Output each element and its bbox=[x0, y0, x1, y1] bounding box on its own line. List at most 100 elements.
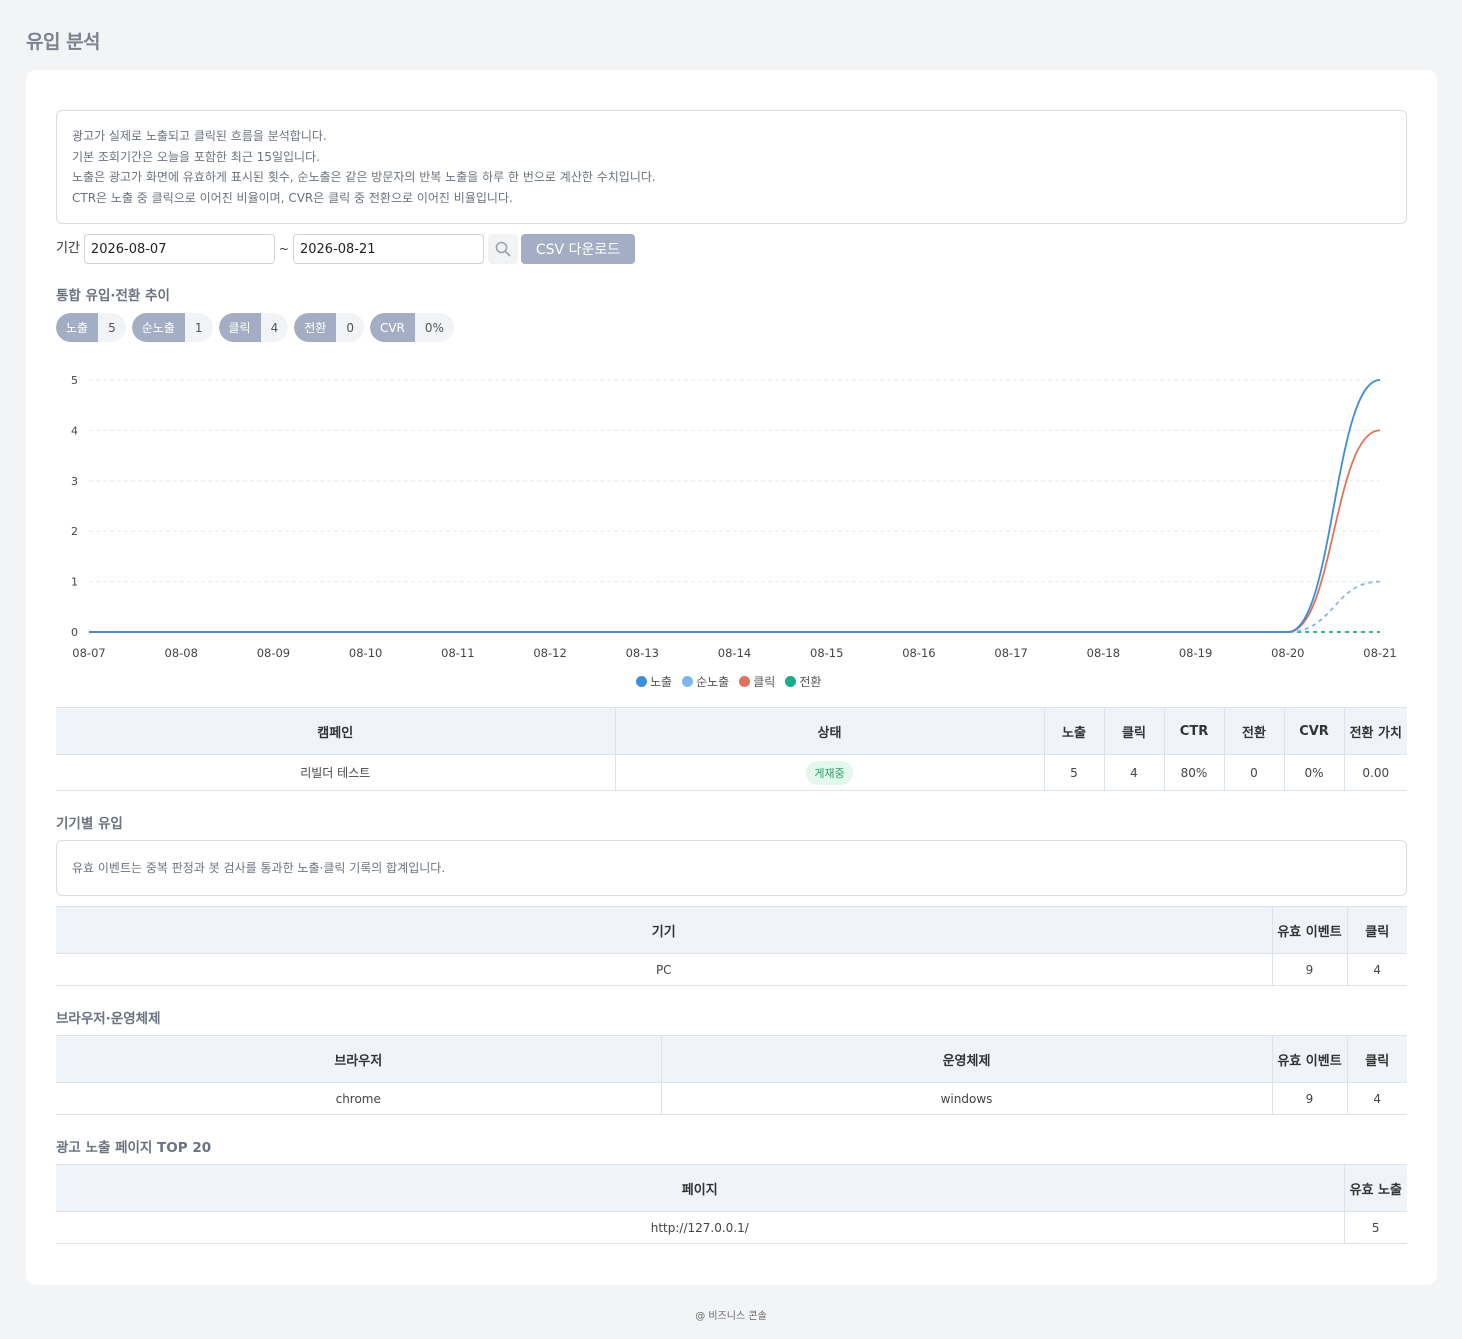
footer-text: @ 비즈니스 콘솔 bbox=[695, 1311, 767, 1322]
x-tick-label: 08-20 bbox=[1271, 646, 1304, 660]
pages-section-title: 광고 노출 페이지 TOP 20 bbox=[56, 1140, 212, 1156]
period-filter: 기간 ~ CSV 다운로드 bbox=[56, 234, 635, 264]
stat-chip-cvr: CVR 0% bbox=[369, 313, 454, 342]
col-campaign[interactable]: 캠페인 bbox=[56, 707, 615, 755]
table-header-row: 페이지 유효 노출 bbox=[56, 1164, 1407, 1212]
legend-item-clicks[interactable]: 클릭 bbox=[739, 673, 775, 690]
stat-value: 4 bbox=[270, 320, 279, 335]
col-valid-events[interactable]: 유효 이벤트 bbox=[1271, 906, 1347, 954]
y-tick-label: 5 bbox=[71, 374, 78, 387]
legend-item-conversions[interactable]: 전환 bbox=[785, 673, 821, 690]
x-tick-label: 08-11 bbox=[441, 646, 474, 660]
stat-key: 클릭 bbox=[218, 313, 261, 342]
col-clicks[interactable]: 클릭 bbox=[1346, 1035, 1407, 1083]
col-conversion-value[interactable]: 전환 가치 bbox=[1343, 707, 1407, 755]
legend-label: 클릭 bbox=[753, 675, 776, 689]
y-tick-label: 1 bbox=[71, 576, 78, 589]
legend-item-unique-impressions[interactable]: 순노출 bbox=[682, 673, 729, 690]
cell-conversion-value: 0.00 bbox=[1343, 754, 1407, 791]
table-header-row: 기기 유효 이벤트 클릭 bbox=[56, 906, 1407, 954]
cell-clicks: 4 bbox=[1346, 953, 1407, 986]
info-notice: 광고가 실제로 노출되고 클릭된 흐름을 분석합니다. 기본 조회기간은 오늘을… bbox=[56, 110, 1407, 224]
cell-clicks: 4 bbox=[1103, 754, 1164, 791]
y-tick-label: 2 bbox=[71, 525, 78, 538]
legend-label: 노출 bbox=[650, 675, 673, 689]
stat-chip-impressions: 노출 5 bbox=[56, 313, 126, 342]
end-date-input[interactable] bbox=[292, 234, 484, 264]
cell-valid-events: 9 bbox=[1271, 1082, 1347, 1115]
table-header-row: 브라우저 운영체제 유효 이벤트 클릭 bbox=[56, 1035, 1407, 1083]
table-row[interactable]: http://127.0.0.1/ 5 bbox=[56, 1211, 1407, 1244]
legend-dot bbox=[739, 676, 751, 687]
col-os[interactable]: 운영체제 bbox=[660, 1035, 1272, 1083]
table-row[interactable]: PC 9 4 bbox=[56, 953, 1407, 986]
x-tick-label: 08-10 bbox=[349, 646, 382, 660]
col-cvr[interactable]: CVR bbox=[1283, 707, 1344, 755]
x-tick-label: 08-18 bbox=[1087, 646, 1120, 660]
x-tick-label: 08-15 bbox=[810, 646, 843, 660]
table-header-row: 캠페인 상태 노출 클릭 CTR 전환 CVR 전환 가치 bbox=[56, 707, 1407, 755]
legend-dot bbox=[682, 676, 694, 687]
cell-valid-events: 9 bbox=[1271, 953, 1347, 986]
cell-campaign: 리빌더 테스트 bbox=[56, 754, 615, 791]
cell-status: 게재중 bbox=[614, 754, 1044, 791]
stat-chips: 노출 5 순노출 1 클릭 4 전환 0 CVR 0% bbox=[56, 313, 454, 342]
series-line-0 bbox=[89, 379, 1381, 633]
x-tick-label: 08-09 bbox=[257, 646, 290, 660]
search-icon bbox=[495, 241, 511, 257]
col-conversions[interactable]: 전환 bbox=[1223, 707, 1284, 755]
legend-dot bbox=[636, 676, 647, 687]
stat-value: 0% bbox=[424, 320, 444, 335]
browser-table: 브라우저 운영체제 유효 이벤트 클릭 chrome windows 9 4 bbox=[56, 1035, 1407, 1115]
col-device[interactable]: 기기 bbox=[56, 906, 1272, 954]
cell-impressions: 5 bbox=[1043, 754, 1104, 791]
cell-browser: chrome bbox=[56, 1082, 661, 1115]
legend-label: 전환 bbox=[799, 675, 822, 689]
stat-key: 순노출 bbox=[131, 313, 185, 342]
stat-key: 전환 bbox=[294, 313, 337, 342]
device-notice: 유효 이벤트는 중복 판정과 봇 검사를 통과한 노출·클릭 기록의 합계입니다… bbox=[56, 840, 1407, 896]
notice-line: 기본 조회기간은 오늘을 포함한 최근 15일입니다. bbox=[72, 149, 320, 164]
trend-title: 통합 유입·전환 추이 bbox=[56, 288, 170, 304]
x-tick-label: 08-13 bbox=[626, 646, 659, 660]
chart-legend[interactable]: 노출 순노출 클릭 전환 bbox=[636, 673, 821, 690]
col-clicks[interactable]: 클릭 bbox=[1103, 707, 1164, 755]
campaign-table: 캠페인 상태 노출 클릭 CTR 전환 CVR 전환 가치 리빌더 테스트 게재… bbox=[56, 707, 1407, 791]
period-label: 기간 bbox=[56, 240, 80, 256]
col-clicks[interactable]: 클릭 bbox=[1346, 906, 1407, 954]
series-line-1 bbox=[89, 580, 1381, 633]
page-title: 유입 분석 bbox=[26, 31, 101, 53]
x-tick-label: 08-12 bbox=[533, 646, 566, 660]
cell-conversions: 0 bbox=[1223, 754, 1284, 791]
col-valid-impressions[interactable]: 유효 노출 bbox=[1343, 1164, 1407, 1212]
cell-ctr: 80% bbox=[1163, 754, 1224, 791]
cell-device: PC bbox=[56, 953, 1272, 986]
x-tick-label: 08-19 bbox=[1179, 646, 1212, 660]
col-valid-events[interactable]: 유효 이벤트 bbox=[1271, 1035, 1347, 1083]
x-tick-label: 08-08 bbox=[165, 646, 198, 660]
cell-cvr: 0% bbox=[1283, 754, 1344, 791]
start-date-input[interactable] bbox=[83, 234, 275, 264]
col-status[interactable]: 상태 bbox=[614, 707, 1044, 755]
legend-label: 순노출 bbox=[696, 675, 730, 689]
cell-os: windows bbox=[660, 1082, 1272, 1115]
y-tick-label: 4 bbox=[71, 424, 78, 437]
status-badge: 게재중 bbox=[806, 760, 853, 785]
cell-page: http://127.0.0.1/ bbox=[56, 1211, 1344, 1244]
notice-line: CTR은 노출 중 클릭으로 이어진 비율이며, CVR은 클릭 중 전환으로 … bbox=[72, 190, 513, 205]
col-ctr[interactable]: CTR bbox=[1163, 707, 1224, 755]
table-row[interactable]: 리빌더 테스트 게재중 5 4 80% 0 0% 0.00 bbox=[56, 754, 1407, 791]
stat-key: CVR bbox=[369, 313, 415, 342]
col-impressions[interactable]: 노출 bbox=[1043, 707, 1104, 755]
search-button[interactable] bbox=[487, 234, 518, 264]
csv-download-button[interactable]: CSV 다운로드 bbox=[520, 234, 635, 264]
y-tick-label: 3 bbox=[71, 475, 78, 488]
col-page[interactable]: 페이지 bbox=[56, 1164, 1344, 1212]
x-tick-label: 08-17 bbox=[994, 646, 1027, 660]
notice-line: 광고가 실제로 노출되고 클릭된 흐름을 분석합니다. bbox=[72, 129, 327, 143]
legend-item-impressions[interactable]: 노출 bbox=[636, 673, 672, 690]
col-browser[interactable]: 브라우저 bbox=[56, 1035, 661, 1083]
stat-value: 0 bbox=[346, 320, 354, 335]
x-tick-label: 08-16 bbox=[902, 646, 935, 660]
table-row[interactable]: chrome windows 9 4 bbox=[56, 1082, 1407, 1115]
